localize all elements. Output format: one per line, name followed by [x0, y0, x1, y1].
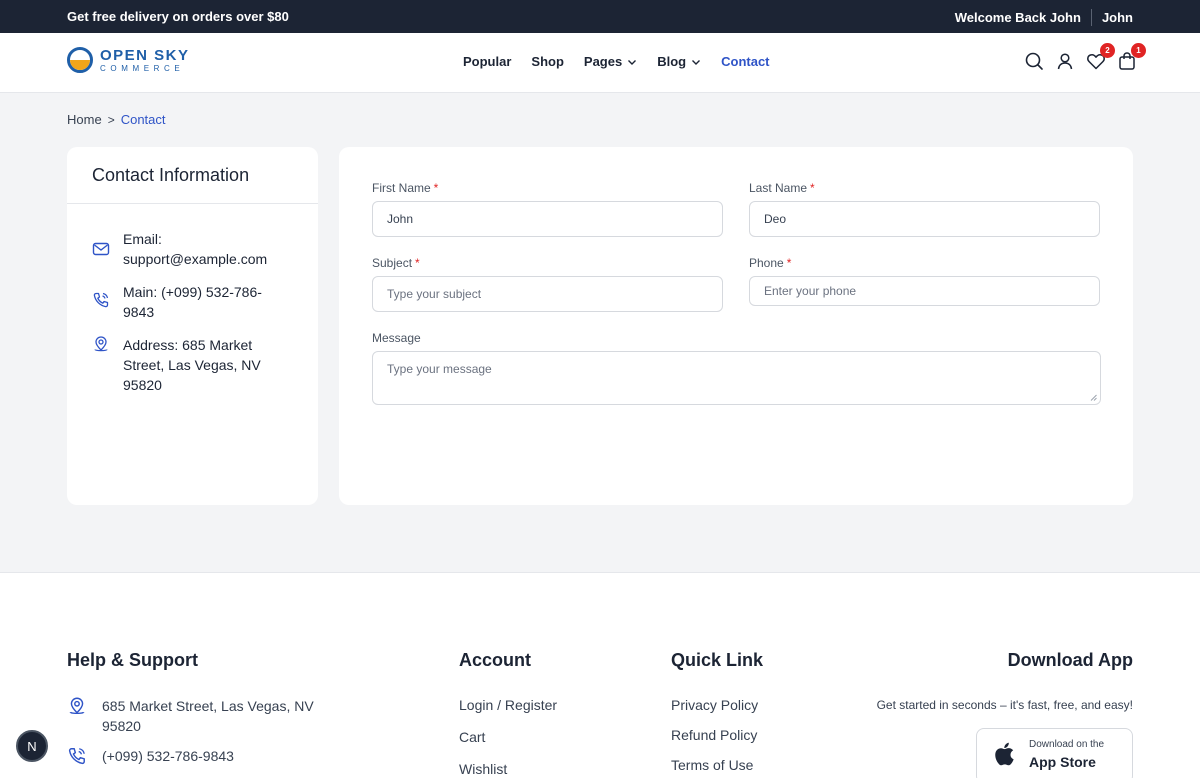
subject-input[interactable]: Type your subject [372, 276, 723, 312]
subject-field: Subject * Type your subject [372, 256, 723, 312]
last-name-input[interactable]: Deo [749, 201, 1100, 237]
footer-link-terms[interactable]: Terms of Use [671, 757, 753, 773]
breadcrumb-current: Contact [120, 112, 166, 127]
footer-link-refund[interactable]: Refund Policy [671, 727, 757, 743]
top-announcement-bar: Get free delivery on orders over $80 Wel… [0, 0, 1200, 33]
footer-link-login[interactable]: Login / Register [459, 697, 557, 713]
logo-sun-icon [67, 47, 93, 73]
app-store-label: App Store [1029, 754, 1096, 770]
contact-info-card: Contact Information Email: support@examp… [67, 147, 318, 505]
search-icon [1025, 52, 1043, 70]
header-actions: 2 1 [1014, 43, 1146, 72]
mail-icon [92, 242, 110, 256]
message-placeholder: Type your message [387, 362, 492, 376]
main-header: OPEN SKY COMMERCE Popular Shop Pages Blo… [0, 33, 1200, 93]
message-field: Message Type your message [372, 331, 1101, 405]
phone-icon [68, 748, 85, 765]
first-name-field: First Name * John [372, 181, 723, 237]
map-pin-icon [69, 697, 85, 715]
account-title: Account [459, 650, 531, 670]
search-button[interactable] [1023, 50, 1045, 72]
phone-field: Phone * Enter your phone [749, 256, 1100, 306]
brand-subtitle: COMMERCE [100, 63, 185, 73]
message-textarea[interactable]: Type your message [372, 351, 1101, 405]
user-greeting: Welcome Back John John [955, 9, 1133, 26]
wishlist-button[interactable]: 2 [1085, 43, 1115, 72]
breadcrumb: Home > Contact [67, 112, 166, 127]
cart-button[interactable]: 1 [1116, 43, 1146, 72]
download-app-title: Download App [1007, 650, 1133, 670]
first-name-input[interactable]: John [372, 201, 723, 237]
brand-name: OPEN SKY [100, 46, 190, 64]
user-menu-link[interactable]: John [1102, 10, 1133, 25]
required-mark: * [415, 256, 420, 270]
quick-link-title: Quick Link [671, 650, 764, 670]
download-tagline: Get started in seconds – it's fast, free… [876, 698, 1133, 712]
floating-dev-button[interactable]: N [16, 730, 48, 762]
apple-icon [995, 742, 1014, 766]
nav-popular[interactable]: Popular [463, 54, 511, 69]
brand-logo[interactable]: OPEN SKY COMMERCE [67, 47, 190, 73]
nav-blog[interactable]: Blog [657, 54, 701, 69]
chevron-down-icon [628, 59, 637, 65]
contact-address: Address: 685 Market Street, Las Vegas, N… [92, 335, 278, 395]
footer-phone: (+099) 532-786-9843 [67, 746, 234, 766]
divider [1090, 9, 1092, 26]
contact-phone: Main: (+099) 532-786-9843 [92, 282, 278, 322]
footer-link-privacy[interactable]: Privacy Policy [671, 697, 758, 713]
required-mark: * [433, 181, 439, 195]
nav-contact[interactable]: Contact [721, 54, 769, 69]
footer-link-cart[interactable]: Cart [459, 729, 485, 745]
phone-input[interactable]: Enter your phone [749, 276, 1100, 306]
nav-shop[interactable]: Shop [531, 54, 564, 69]
app-store-small-text: Download on the [1029, 739, 1105, 750]
message-label: Message [372, 331, 421, 345]
welcome-text: Welcome Back John [954, 10, 1081, 25]
map-pin-icon [94, 336, 108, 352]
phone-icon [93, 292, 109, 308]
chevron-down-icon [692, 59, 701, 65]
last-name-field: Last Name * Deo [749, 181, 1100, 237]
subject-label: Subject [372, 256, 413, 270]
user-icon [1057, 53, 1073, 70]
breadcrumb-separator: > [107, 112, 115, 127]
main-nav: Popular Shop Pages Blog Contact [463, 54, 790, 69]
breadcrumb-home[interactable]: Home [67, 112, 102, 127]
required-mark: * [810, 181, 815, 195]
footer-link-wishlist[interactable]: Wishlist [459, 761, 507, 777]
delivery-promo: Get free delivery on orders over $80 [67, 9, 289, 24]
account-button[interactable] [1054, 50, 1076, 72]
help-support-title: Help & Support [67, 650, 198, 670]
phone-label: Phone [749, 256, 784, 270]
cart-count-badge: 1 [1131, 43, 1146, 58]
contact-info-title: Contact Information [67, 147, 318, 204]
site-footer: Help & Support 685 Market Street, Las Ve… [0, 572, 1200, 778]
app-store-button[interactable]: Download on the App Store [976, 728, 1133, 778]
wishlist-count-badge: 2 [1100, 43, 1115, 58]
required-mark: * [786, 256, 792, 270]
footer-address: 685 Market Street, Las Vegas, NV 95820 [67, 696, 327, 736]
last-name-label: Last Name [749, 181, 808, 195]
contact-email: Email: support@example.com [92, 229, 278, 269]
first-name-label: First Name [372, 181, 431, 195]
resize-handle-icon[interactable] [1090, 394, 1097, 401]
contact-form: First Name * John Last Name * Deo Subject *… [339, 147, 1133, 505]
nav-pages[interactable]: Pages [584, 54, 637, 69]
